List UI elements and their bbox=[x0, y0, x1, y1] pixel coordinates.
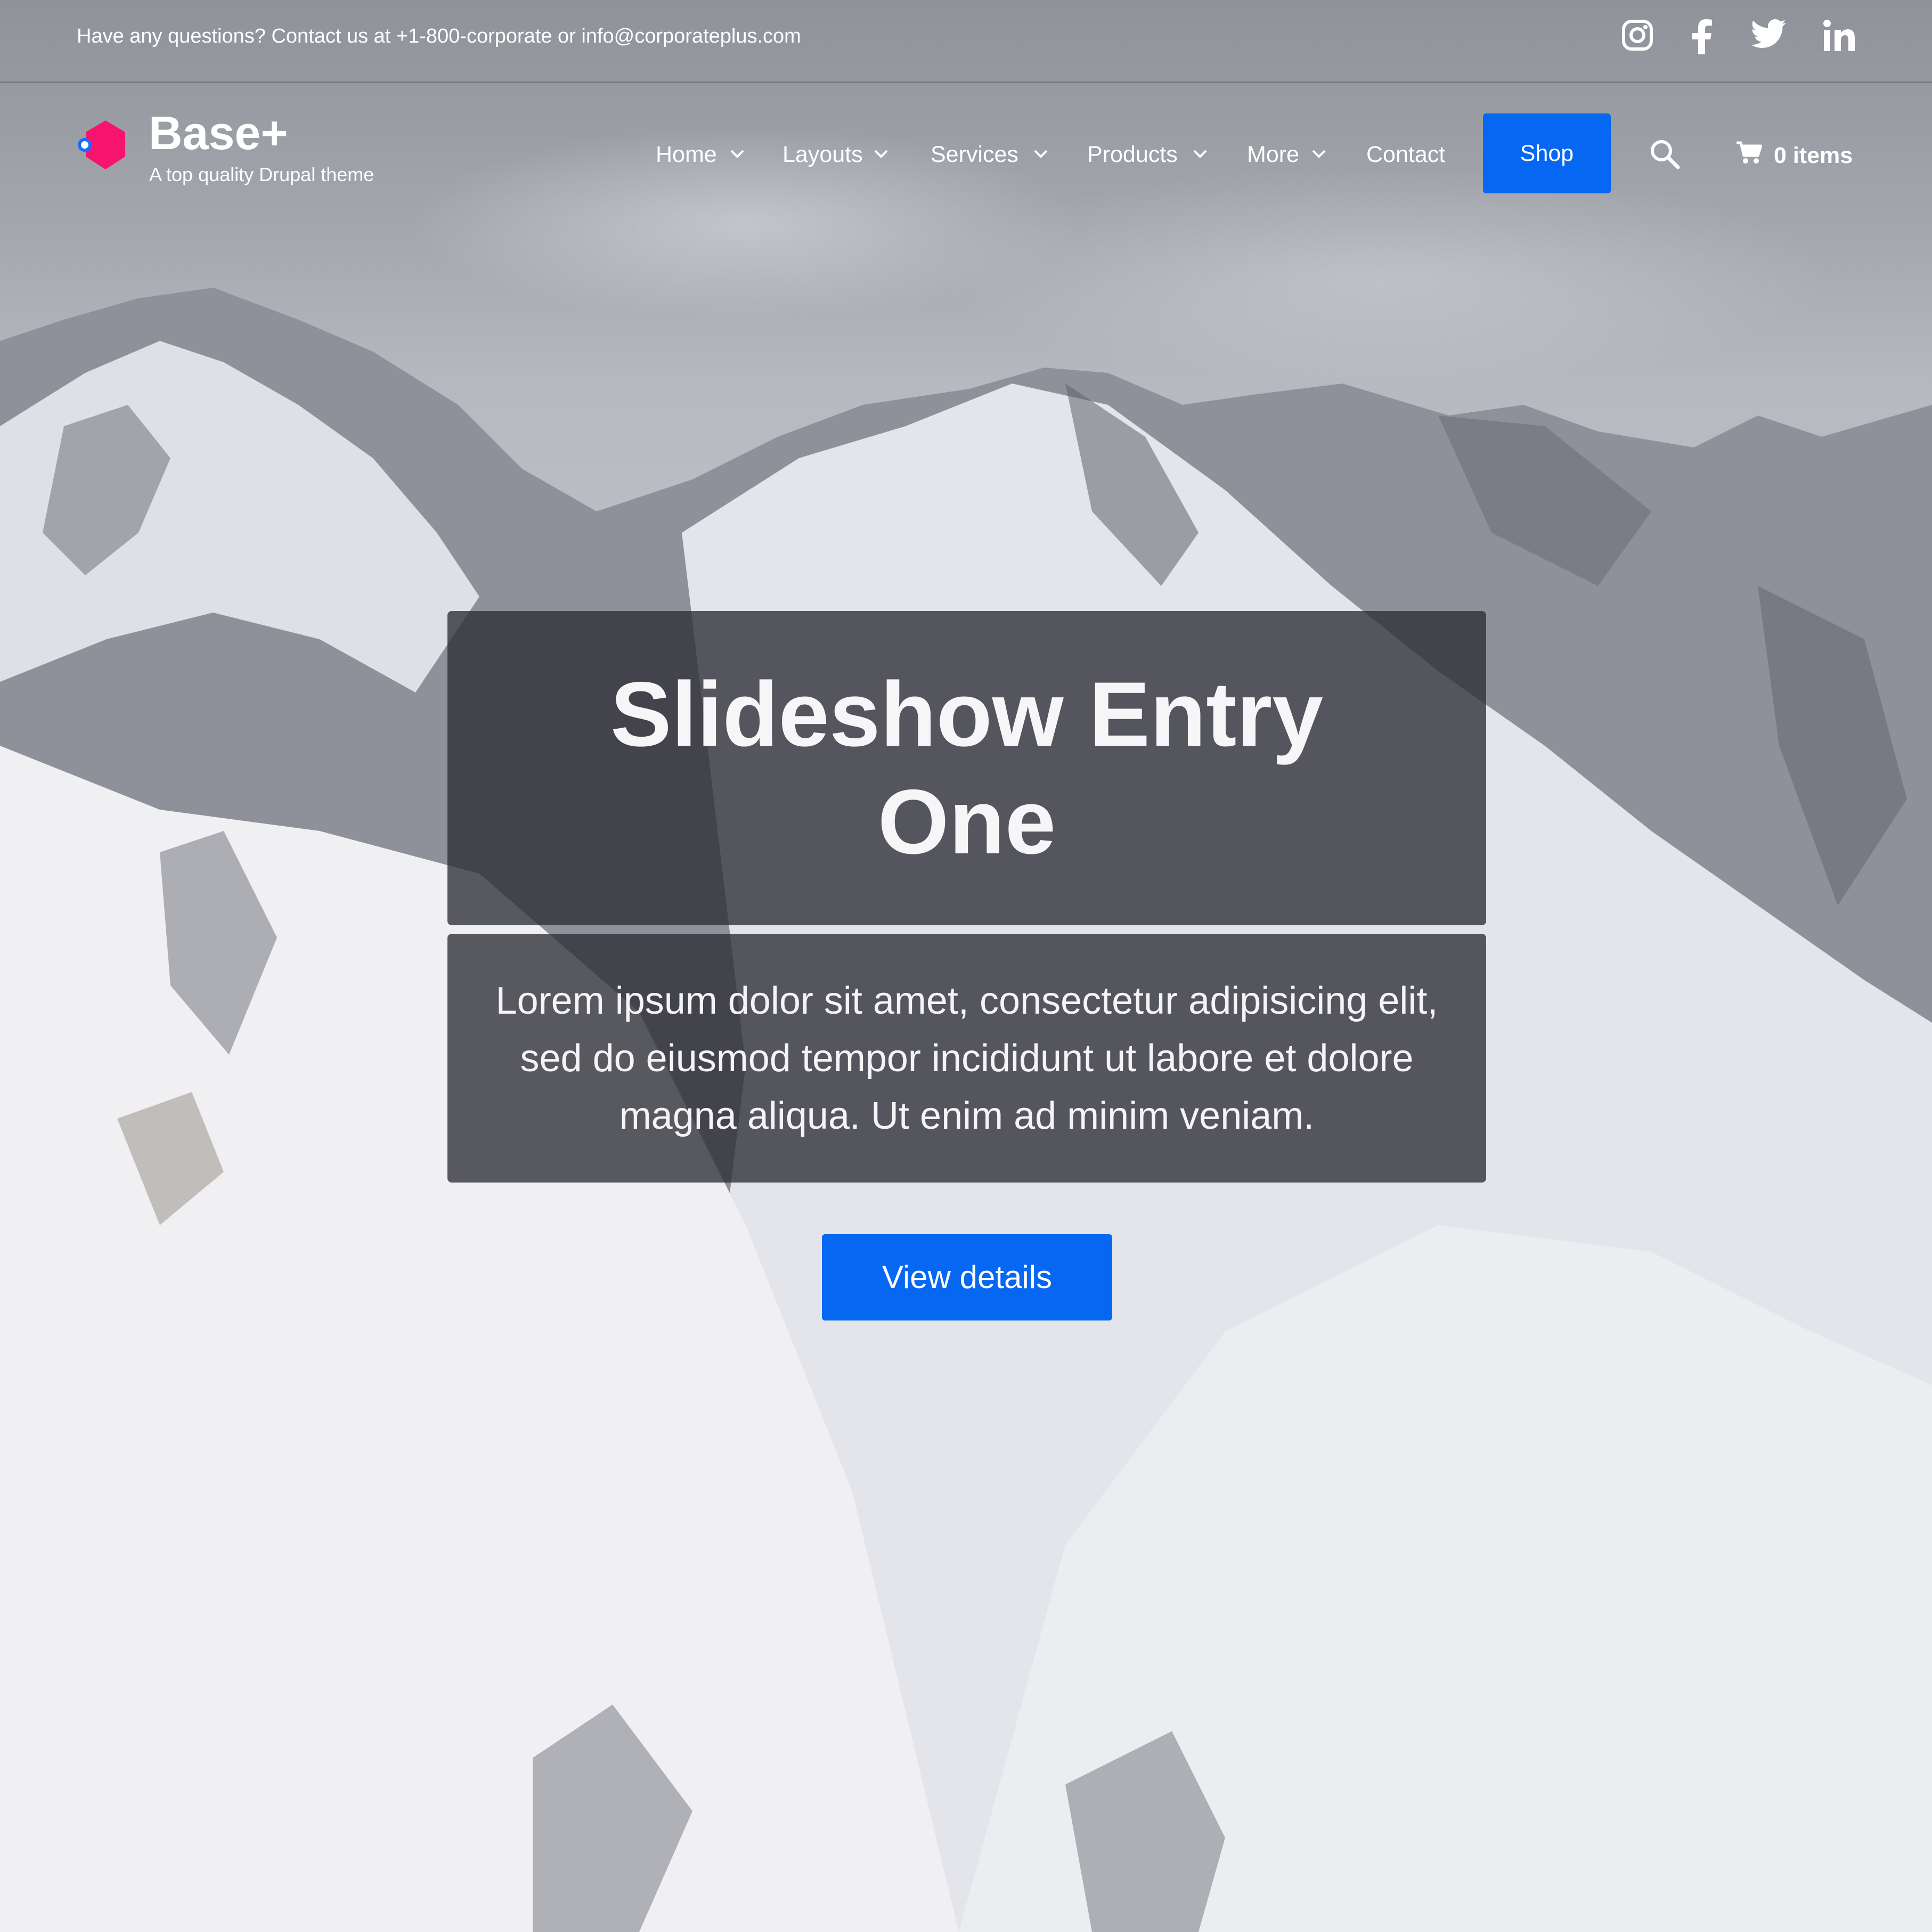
nav-item-services[interactable]: Services bbox=[931, 140, 1053, 169]
view-details-button[interactable]: View details bbox=[822, 1234, 1112, 1320]
nav-item-label: More bbox=[1247, 142, 1299, 167]
search-icon[interactable] bbox=[1649, 138, 1681, 173]
slide-text-panel: Lorem ipsum dolor sit amet, consectetur … bbox=[447, 934, 1486, 1183]
chevron-down-icon bbox=[730, 150, 744, 158]
chevron-down-icon bbox=[874, 150, 888, 158]
instagram-icon[interactable] bbox=[1621, 19, 1653, 51]
nav-item-contact[interactable]: Contact bbox=[1366, 140, 1462, 169]
site-slogan: A top quality Drupal theme bbox=[149, 164, 374, 185]
nav-item-layouts[interactable]: Layouts bbox=[782, 140, 894, 169]
logo-icon[interactable] bbox=[75, 118, 130, 174]
contact-info-text: Have any questions? Contact us at +1-800… bbox=[77, 25, 801, 47]
nav-item-label: Contact bbox=[1366, 142, 1446, 167]
nav-item-products[interactable]: Products bbox=[1087, 140, 1212, 169]
linkedin-icon[interactable] bbox=[1823, 19, 1856, 52]
nav-item-label: Products bbox=[1087, 142, 1178, 167]
nav-item-label: Services bbox=[931, 142, 1018, 167]
nav-item-more[interactable]: More bbox=[1247, 140, 1332, 169]
chevron-down-icon bbox=[1193, 150, 1207, 158]
slide-title-panel: Slideshow Entry One bbox=[447, 611, 1486, 925]
facebook-icon[interactable] bbox=[1690, 19, 1714, 54]
chevron-down-icon bbox=[1034, 150, 1048, 158]
site-name[interactable]: Base+ bbox=[149, 107, 288, 160]
chevron-down-icon bbox=[1312, 150, 1326, 158]
top-bar: Have any questions? Contact us at +1-800… bbox=[0, 0, 1932, 83]
shop-button[interactable]: Shop bbox=[1483, 113, 1611, 193]
nav-item-home[interactable]: Home bbox=[656, 140, 746, 169]
nav-item-label: Layouts bbox=[782, 142, 863, 167]
cart-item-count[interactable]: 0 items bbox=[1774, 140, 1853, 172]
twitter-icon[interactable] bbox=[1751, 19, 1786, 49]
slide-title: Slideshow Entry One bbox=[610, 663, 1324, 873]
shopping-cart-icon[interactable] bbox=[1735, 141, 1763, 167]
slide-description: Lorem ipsum dolor sit amet, consectetur … bbox=[495, 979, 1438, 1137]
nav-item-label: Home bbox=[656, 142, 717, 167]
